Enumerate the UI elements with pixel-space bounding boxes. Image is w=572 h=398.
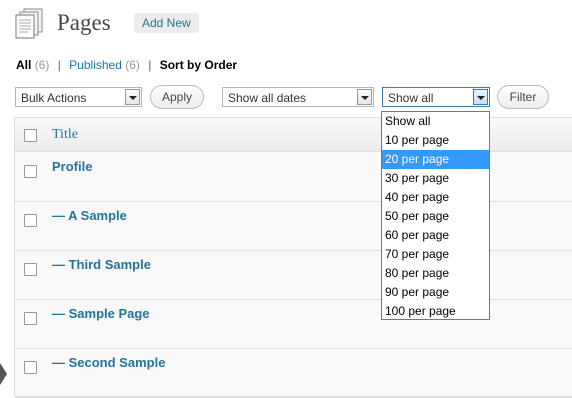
select-all-checkbox[interactable]	[24, 129, 37, 142]
bulk-actions-select[interactable]: Bulk Actions	[15, 87, 142, 107]
view-published-link[interactable]: Published	[69, 58, 122, 72]
per-page-option[interactable]: 30 per page	[382, 169, 489, 188]
per-page-option[interactable]: 10 per page	[382, 131, 489, 150]
apply-button[interactable]: Apply	[150, 85, 204, 109]
view-published-count: (6)	[125, 58, 140, 72]
per-page-option[interactable]: Show all	[382, 112, 489, 131]
dates-value: Show all dates	[228, 91, 307, 105]
per-page-option[interactable]: 100 per page	[382, 302, 489, 321]
row-title-link[interactable]: — A Sample	[52, 208, 127, 223]
per-page-option[interactable]: 60 per page	[382, 226, 489, 245]
per-page-option[interactable]: 40 per page	[382, 188, 489, 207]
separator: |	[57, 58, 61, 72]
per-page-option[interactable]: 50 per page	[382, 207, 489, 226]
row-checkbox[interactable]	[24, 312, 37, 325]
view-all-link[interactable]: All	[16, 58, 31, 72]
table-row: — Second Sample	[15, 348, 572, 398]
separator: |	[148, 58, 152, 72]
per-page-select[interactable]: Show all	[382, 87, 490, 107]
view-filters: All (6) | Published (6) | Sort by Order	[16, 57, 237, 73]
page-title: Pages	[57, 10, 111, 35]
row-checkbox[interactable]	[24, 263, 37, 276]
per-page-option-highlighted[interactable]: 20 per page	[382, 150, 489, 169]
add-new-button[interactable]: Add New	[134, 13, 199, 33]
row-title-link[interactable]: — Sample Page	[52, 306, 150, 321]
row-title-link[interactable]: — Third Sample	[52, 257, 151, 272]
filter-button[interactable]: Filter	[497, 85, 549, 109]
view-all-count: (6)	[34, 58, 50, 72]
collapse-arrow-icon	[0, 363, 7, 385]
column-title-header[interactable]: Title	[52, 127, 78, 143]
chevron-down-icon[interactable]	[473, 89, 488, 105]
row-title-link[interactable]: — Second Sample	[52, 355, 165, 370]
chevron-down-icon[interactable]	[357, 89, 372, 105]
pages-icon	[15, 8, 43, 39]
sort-by-order-link[interactable]: Sort by Order	[160, 58, 237, 72]
per-page-option[interactable]: 80 per page	[382, 264, 489, 283]
per-page-option[interactable]: 70 per page	[382, 245, 489, 264]
bulk-actions-value: Bulk Actions	[21, 91, 87, 105]
chevron-down-icon[interactable]	[125, 89, 140, 105]
row-title-link[interactable]: Profile	[52, 159, 92, 174]
per-page-dropdown-list: Show all 10 per page 20 per page 30 per …	[381, 111, 490, 320]
per-page-option[interactable]: 90 per page	[382, 283, 489, 302]
row-checkbox[interactable]	[24, 165, 37, 178]
row-checkbox[interactable]	[24, 361, 37, 374]
dates-select[interactable]: Show all dates	[222, 87, 374, 107]
per-page-value: Show all	[388, 91, 434, 105]
row-checkbox[interactable]	[24, 214, 37, 227]
